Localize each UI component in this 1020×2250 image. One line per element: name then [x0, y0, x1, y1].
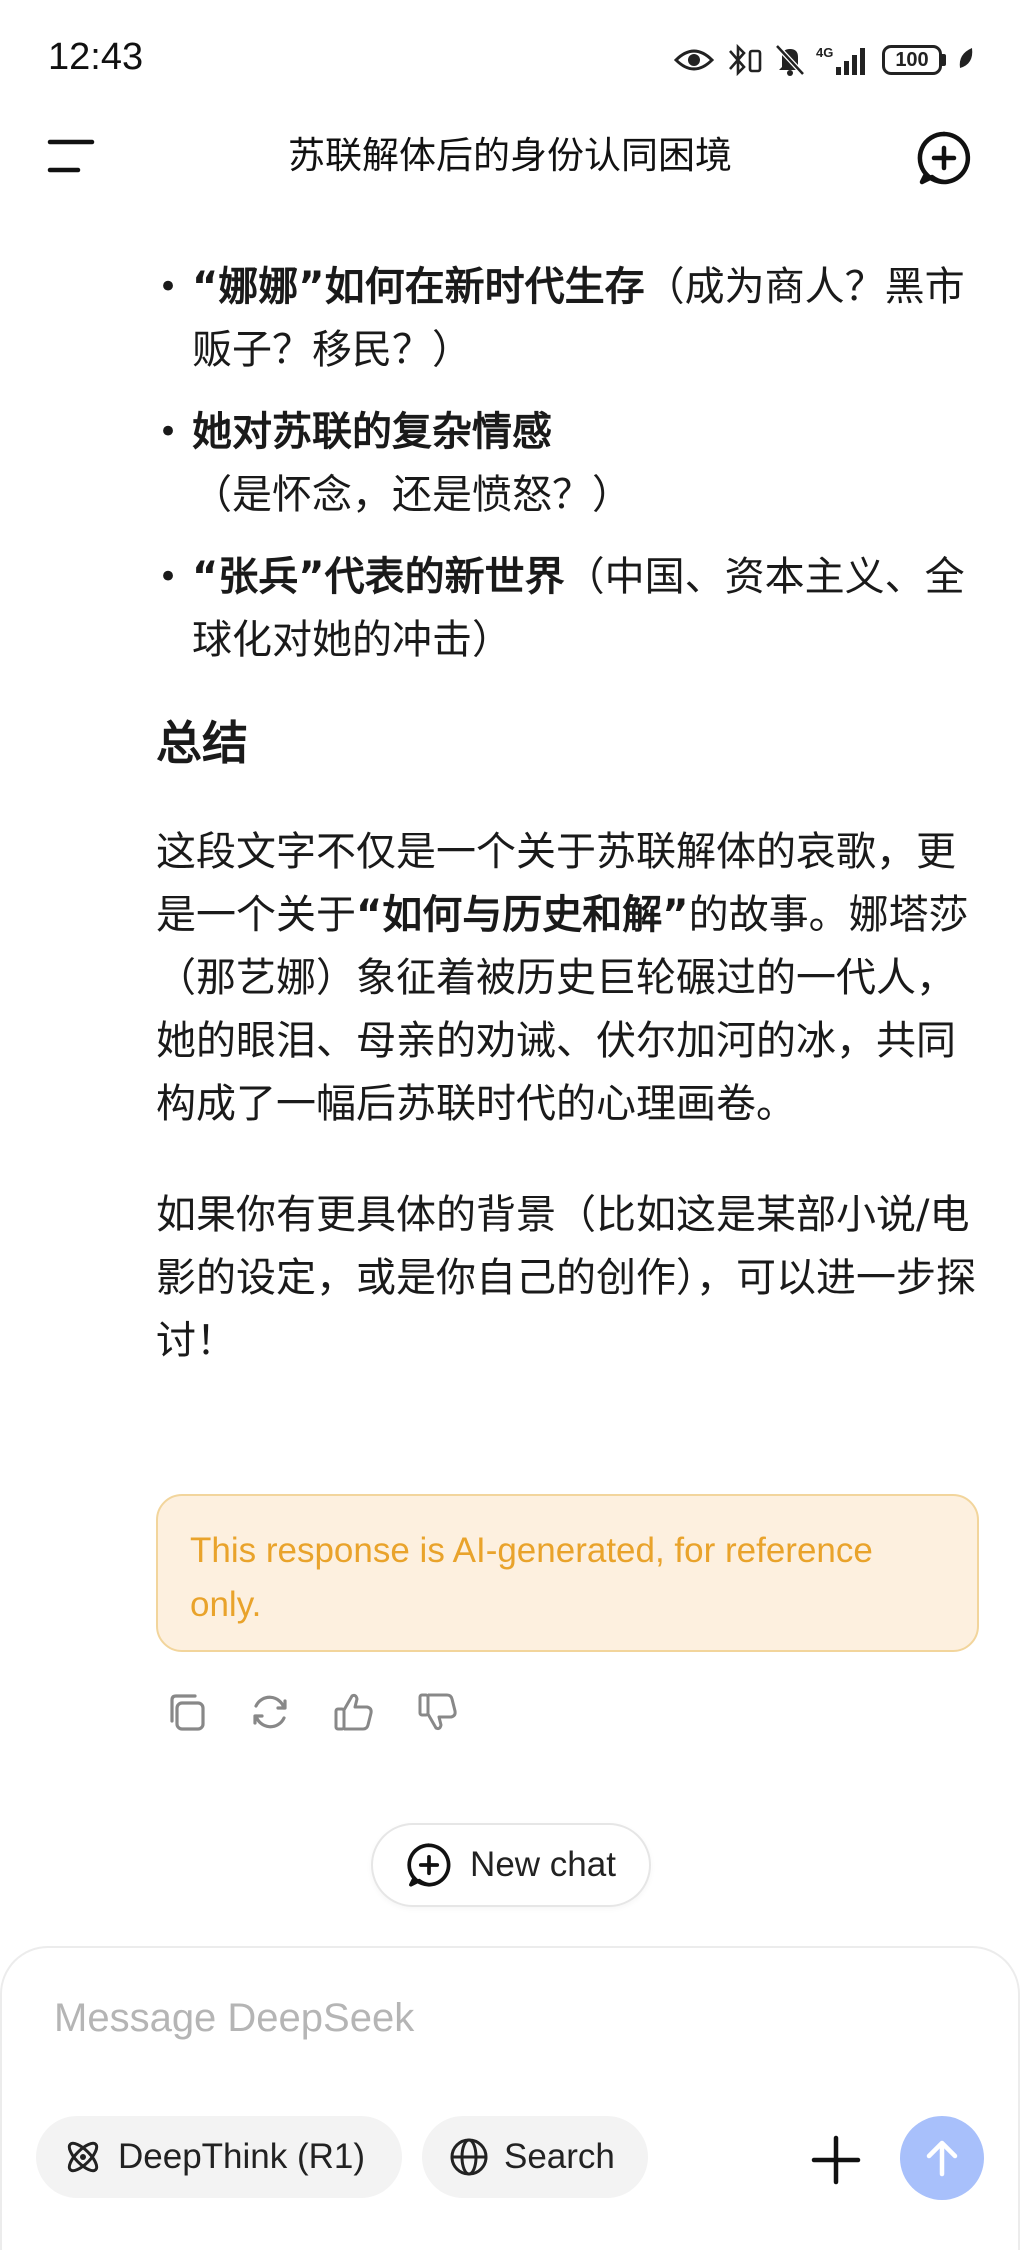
bluetooth-vibrate-icon: [729, 43, 762, 77]
mute-bell-icon: [775, 44, 805, 76]
deepthink-label: DeepThink (R1): [118, 2137, 366, 2176]
regenerate-button[interactable]: [246, 1688, 294, 1736]
summary-heading: 总结: [156, 716, 248, 770]
composer: DeepThink (R1) Search: [0, 1946, 1020, 2250]
add-chat-icon: [407, 1843, 451, 1887]
plus-icon: [811, 2135, 861, 2185]
list-item: “娜娜”如何在新时代生存（成为商人？黑市贩子？移民？）: [156, 256, 976, 382]
atom-icon: [67, 2141, 99, 2173]
chat-title: 苏联解体后的身份认同困境: [288, 134, 732, 177]
copy-button[interactable]: [162, 1688, 210, 1736]
battery-level: 100: [882, 45, 942, 75]
thumbs-up-icon: [334, 1693, 373, 1731]
menu-button[interactable]: [46, 136, 98, 176]
add-chat-icon: [917, 131, 971, 185]
new-chat-icon-button[interactable]: [916, 130, 972, 186]
send-button[interactable]: [900, 2116, 984, 2200]
summary-paragraph: 这段文字不仅是一个关于苏联解体的哀歌，更是一个关于“如何与历史和解”的故事。娜塔…: [156, 821, 976, 1136]
bullet-list: “娜娜”如何在新时代生存（成为商人？黑市贩子？移民？） 她对苏联的复杂情感 （是怀…: [156, 256, 976, 672]
like-button[interactable]: [330, 1688, 378, 1736]
list-item-bold: 她对苏联的复杂情感: [192, 409, 552, 455]
search-label: Search: [504, 2137, 615, 2176]
list-item: “张兵”代表的新世界（中国、资本主义、全球化对她的冲击）: [156, 546, 976, 672]
followup-paragraph: 如果你有更具体的背景（比如这是某部小说/电影的设定，或是你自己的创作），可以进一…: [156, 1192, 976, 1364]
new-chat-button[interactable]: New chat: [371, 1823, 651, 1907]
battery-indicator: 100: [882, 45, 946, 75]
regenerate-icon: [253, 1695, 287, 1729]
top-bar: 苏联解体后的身份认同困境: [0, 120, 1020, 192]
signal-icon: 4G: [816, 45, 865, 75]
deepthink-button[interactable]: DeepThink (R1): [36, 2116, 402, 2198]
message-actions: [162, 1688, 462, 1738]
search-button[interactable]: Search: [422, 2116, 648, 2198]
menu-icon: [47, 139, 95, 173]
attach-button[interactable]: [810, 2134, 862, 2186]
list-item: 她对苏联的复杂情感 （是怀念，还是愤怒？）: [156, 401, 976, 527]
dislike-button[interactable]: [414, 1688, 462, 1736]
list-item-bold: “娜娜”如何在新时代生存: [192, 264, 645, 310]
paragraph-bold: “如何与历史和解”: [356, 892, 689, 938]
thumbs-down-icon: [418, 1693, 457, 1731]
message-input[interactable]: [54, 1986, 954, 2050]
assistant-message: “娜娜”如何在新时代生存（成为商人？黑市贩子？移民？） 她对苏联的复杂情感 （是怀…: [156, 256, 976, 1373]
ai-disclaimer: This response is AI-generated, for refer…: [156, 1494, 979, 1652]
status-time: 12:43: [48, 36, 144, 78]
status-icons: 4G 100: [674, 38, 976, 82]
globe-icon: [450, 2138, 488, 2176]
leaf-icon: [959, 48, 973, 68]
list-item-text: （是怀念，还是愤怒？）: [192, 472, 632, 518]
arrow-up-icon: [926, 2140, 958, 2177]
list-item-bold: “张兵”代表的新世界: [192, 554, 565, 600]
copy-icon: [170, 1694, 205, 1731]
status-bar: 12:43 4G 100: [0, 0, 1020, 120]
new-chat-label: New chat: [470, 1845, 616, 1884]
svg-text:4G: 4G: [816, 45, 833, 60]
eye-icon: [674, 49, 714, 71]
